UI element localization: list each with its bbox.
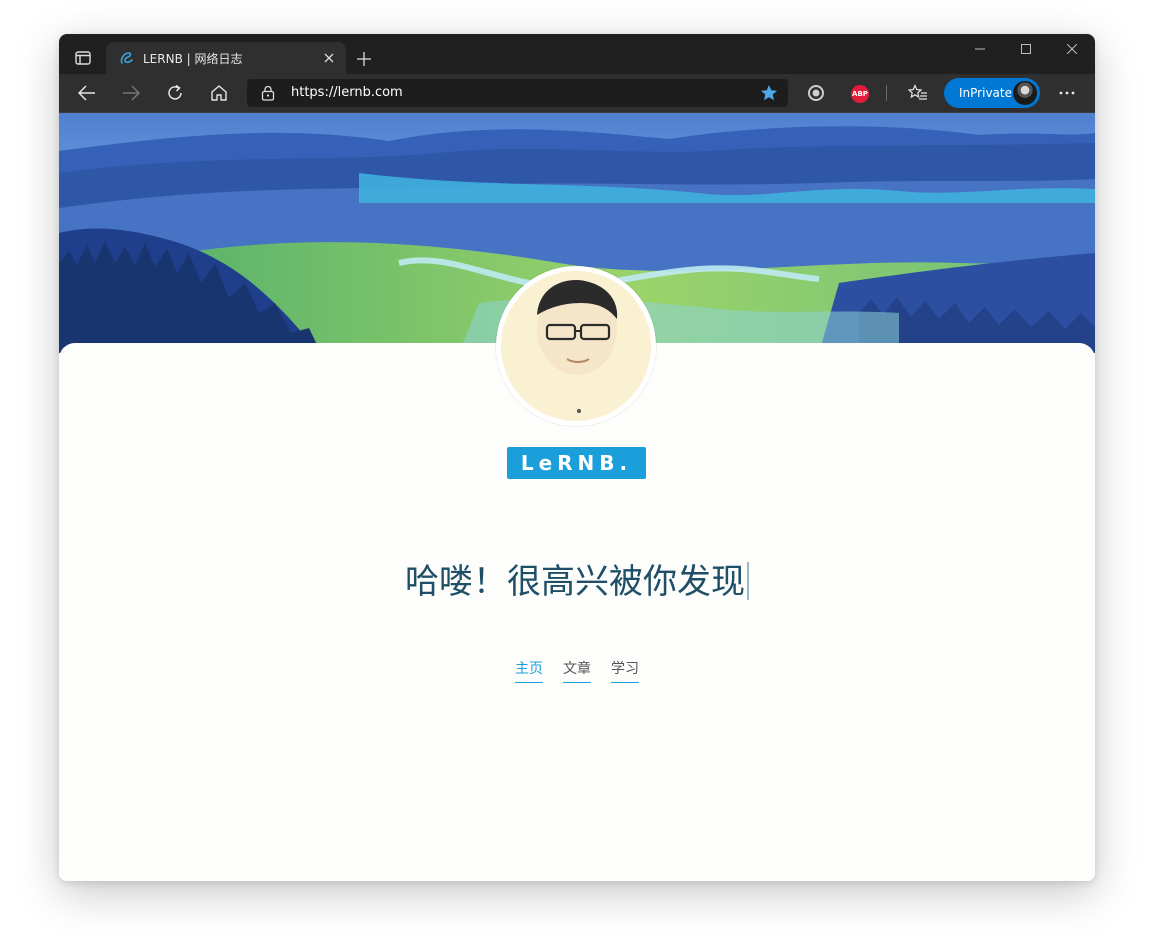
- close-icon: [1067, 44, 1077, 54]
- favorite-star-icon[interactable]: [760, 84, 778, 102]
- arrow-left-icon: [78, 85, 95, 101]
- tab-bar: LERNB | 网络日志: [59, 34, 1095, 74]
- typing-cursor: [747, 562, 749, 600]
- address-bar[interactable]: https://lernb.com: [247, 79, 788, 107]
- refresh-icon: [168, 84, 182, 100]
- address-url[interactable]: https://lernb.com: [291, 85, 403, 100]
- forward-button[interactable]: [116, 79, 146, 107]
- close-icon: [324, 53, 334, 63]
- avatar-portrait: [501, 271, 651, 421]
- record-circle-icon: [808, 85, 824, 101]
- maximize-icon: [1021, 44, 1031, 54]
- headline-text: 哈喽！很高兴被你发现: [405, 562, 745, 602]
- tab-actions-icon: [75, 51, 91, 65]
- toolbar-divider: [886, 85, 887, 101]
- refresh-button[interactable]: [160, 79, 190, 107]
- site-logo[interactable]: LeRNB.: [507, 447, 646, 479]
- page-headline: 哈喽！很高兴被你发现: [59, 554, 1095, 603]
- nav-link-study[interactable]: 学习: [611, 658, 639, 683]
- favorites-list-icon: [908, 84, 927, 100]
- settings-menu-button[interactable]: [1052, 79, 1082, 107]
- close-window-button[interactable]: [1049, 34, 1095, 64]
- browser-window: LERNB | 网络日志 https://lernb.com ABP InPri…: [59, 34, 1095, 881]
- adblock-plus-icon[interactable]: ABP: [851, 85, 869, 103]
- back-button[interactable]: [72, 79, 102, 107]
- tab-close-button[interactable]: [320, 49, 338, 67]
- tab-title: LERNB | 网络日志: [143, 52, 243, 66]
- page-content: LeRNB. 哈喽！很高兴被你发现 主页 文章 学习: [59, 113, 1095, 881]
- lernb-favicon-icon: [120, 52, 133, 64]
- author-avatar[interactable]: [496, 266, 656, 426]
- home-icon: [211, 85, 227, 101]
- plus-icon: [357, 52, 371, 66]
- extension-button[interactable]: [801, 79, 831, 107]
- home-button[interactable]: [204, 79, 234, 107]
- favorites-button[interactable]: [903, 79, 933, 107]
- lock-icon: [261, 85, 275, 101]
- more-dots-icon: [1059, 91, 1075, 95]
- maximize-button[interactable]: [1003, 34, 1049, 64]
- site-nav: 主页 文章 学习: [59, 658, 1095, 683]
- inprivate-label: InPrivate: [959, 86, 1012, 100]
- minimize-button[interactable]: [957, 34, 1003, 64]
- minimize-icon: [975, 48, 985, 50]
- tab-actions-button[interactable]: [69, 47, 97, 69]
- nav-link-home[interactable]: 主页: [515, 658, 543, 683]
- arrow-right-icon: [123, 85, 140, 101]
- profile-avatar: [1013, 81, 1037, 105]
- nav-link-articles[interactable]: 文章: [563, 658, 591, 683]
- browser-tab-active[interactable]: LERNB | 网络日志: [106, 42, 346, 74]
- inprivate-profile-button[interactable]: InPrivate: [944, 78, 1040, 108]
- navigation-toolbar: https://lernb.com ABP InPrivate: [59, 74, 1095, 113]
- new-tab-button[interactable]: [352, 47, 376, 71]
